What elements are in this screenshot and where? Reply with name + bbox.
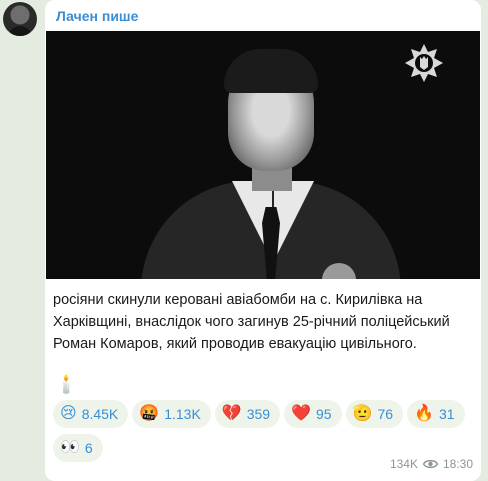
reaction-count: 1.13K (164, 406, 201, 422)
view-count: 134K (389, 457, 418, 471)
reaction-eyes[interactable]: 👀 6 (53, 434, 103, 462)
reaction-fire[interactable]: 🔥 31 (407, 400, 465, 428)
reaction-count: 31 (439, 406, 455, 422)
reaction-count: 76 (377, 406, 394, 422)
reaction-count: 8.45K (81, 406, 119, 422)
message-meta: 134K 18:30 (390, 457, 473, 471)
saluting-face-icon: 🫡 (352, 405, 373, 422)
reaction-saluting[interactable]: 🫡 76 (345, 400, 404, 428)
post-caption: росіяни скинули керовані авіабомби на с.… (53, 292, 450, 352)
reaction-cursing[interactable]: 🤬 1.13K (132, 400, 211, 428)
channel-name[interactable]: Лачен пише (56, 8, 138, 24)
reaction-count: 95 (316, 406, 332, 422)
crying-face-icon: 😢 (60, 405, 77, 422)
channel-avatar[interactable] (3, 2, 37, 36)
candle-icon: 🕯️ (55, 374, 78, 394)
photo-collar-right (274, 181, 314, 261)
eye-icon (422, 459, 438, 469)
reaction-crying[interactable]: 😢 8.45K (53, 400, 129, 428)
eyes-icon: 👀 (60, 439, 80, 456)
fire-icon: 🔥 (414, 405, 434, 422)
broken-heart-icon: 💔 (221, 405, 242, 422)
red-heart-icon: ❤️ (291, 405, 311, 422)
cursing-face-icon: 🤬 (139, 405, 160, 422)
reaction-count: 6 (84, 440, 93, 456)
message-bubble: Лачен пише росіяни скинули керовані авіа… (45, 0, 481, 481)
reaction-red-heart[interactable]: ❤️ 95 (284, 400, 342, 428)
reaction-count: 359 (246, 406, 271, 422)
avatar-figure (8, 26, 32, 36)
police-emblem-icon (405, 44, 443, 82)
reactions-bar: 😢 8.45K 🤬 1.13K 💔 359 ❤️ 95 🫡 76 🔥 31 👀 … (53, 400, 473, 462)
post-photo[interactable] (46, 31, 480, 279)
photo-hair (224, 49, 318, 93)
reaction-broken-heart[interactable]: 💔 359 (214, 400, 281, 428)
message-time: 18:30 (442, 457, 473, 471)
